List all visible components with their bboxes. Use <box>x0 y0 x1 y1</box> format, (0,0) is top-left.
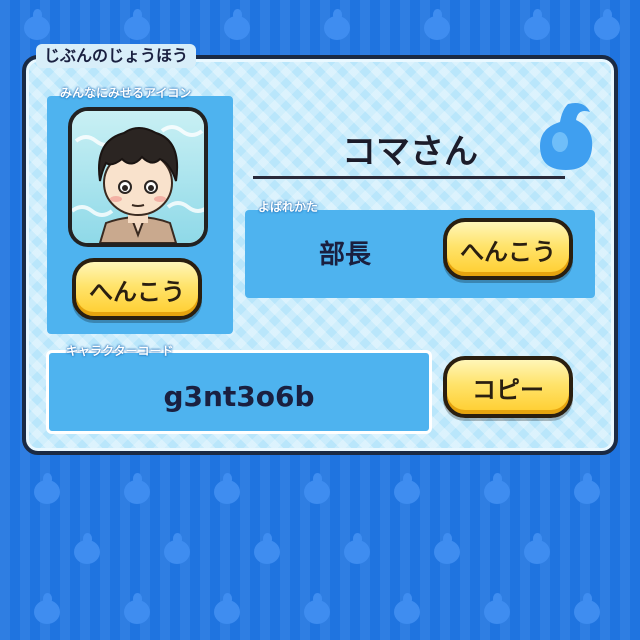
bomb-pattern-icon <box>570 470 606 506</box>
bomb-pattern-icon <box>300 590 336 626</box>
change-title-button[interactable]: へんこう <box>443 218 573 280</box>
bomb-pattern-icon <box>390 470 426 506</box>
bomb-pattern-icon <box>20 6 56 42</box>
bomb-pattern-icon <box>340 530 376 566</box>
bomb-pattern-icon <box>120 590 156 626</box>
character-code-value: g3nt3o6b <box>163 380 315 413</box>
bomb-pattern-icon <box>30 470 66 506</box>
bomb-pattern-icon <box>390 590 426 626</box>
bomb-pattern-icon <box>220 6 256 42</box>
avatar[interactable] <box>68 107 208 247</box>
bomb-pattern-icon <box>420 6 456 42</box>
bomb-pattern-icon <box>590 6 626 42</box>
bomb-pattern-icon <box>120 6 156 42</box>
bomb-pattern-icon <box>480 470 516 506</box>
panel-title: じぶんのじょうほう <box>36 44 197 68</box>
title-section-label: よばれかた <box>258 200 319 214</box>
bomb-pattern-icon <box>210 470 246 506</box>
bomb-pattern-icon <box>250 530 286 566</box>
title-value: 部長 <box>318 240 371 270</box>
bomb-pattern-icon <box>210 590 246 626</box>
bomb-pattern-icon <box>70 530 106 566</box>
spirit-flame-icon <box>540 103 593 170</box>
bomb-pattern-icon <box>480 590 516 626</box>
change-icon-button[interactable]: へんこう <box>72 258 202 320</box>
bomb-pattern-icon <box>320 6 356 42</box>
character-name: コマさん <box>342 132 478 172</box>
bomb-pattern-icon <box>520 530 556 566</box>
bomb-pattern-icon <box>120 470 156 506</box>
character-code-label: キャラクターコード <box>66 344 174 358</box>
avatar-icon <box>72 111 204 243</box>
bomb-pattern-icon <box>300 470 336 506</box>
bomb-pattern-icon <box>570 590 606 626</box>
name-underline <box>253 176 565 179</box>
bomb-pattern-icon <box>160 530 196 566</box>
bomb-pattern-icon <box>430 530 466 566</box>
copy-code-button[interactable]: コピー <box>443 356 573 418</box>
icon-section-label: みんなにみせるアイコン <box>60 86 192 100</box>
bomb-pattern-icon <box>520 6 556 42</box>
bomb-pattern-icon <box>30 590 66 626</box>
